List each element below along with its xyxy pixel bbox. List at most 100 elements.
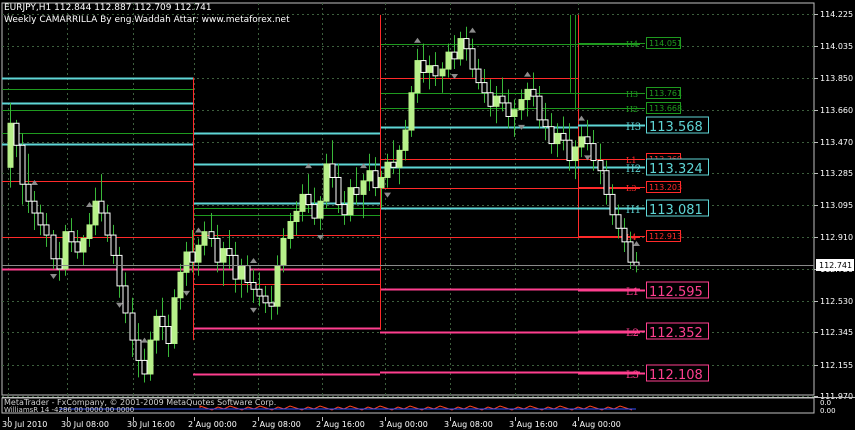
level-tag: L3 xyxy=(626,370,639,381)
candle-body xyxy=(293,210,300,223)
candle xyxy=(68,218,75,253)
candle-body xyxy=(7,122,14,168)
candle xyxy=(232,241,239,293)
candle-body xyxy=(560,132,567,141)
fractal-up-icon xyxy=(578,115,585,121)
candle xyxy=(408,85,415,137)
candle xyxy=(293,201,300,236)
candle-body xyxy=(378,176,385,189)
candle-body xyxy=(43,224,50,236)
fractal-up-icon xyxy=(31,180,38,186)
candle xyxy=(74,229,81,259)
candle-body xyxy=(226,248,233,256)
candle-body xyxy=(396,149,403,168)
candle-body xyxy=(493,95,500,107)
candle-body xyxy=(499,95,506,104)
symbol-line: EURJPY,H1 112.844 112.887 112.709 112.74… xyxy=(4,3,212,13)
candle xyxy=(499,77,506,112)
candle xyxy=(62,224,69,276)
candle xyxy=(208,213,215,247)
level-tag: L4 xyxy=(626,233,636,242)
candle xyxy=(92,187,99,236)
candle-body xyxy=(189,251,196,263)
candle xyxy=(165,314,172,358)
x-tick-label: 3 Aug 08:00 xyxy=(444,420,493,429)
candle-body xyxy=(153,315,160,341)
fractal-up-icon xyxy=(141,337,148,343)
subwindow-bottom-label: 0.00 xyxy=(820,407,836,415)
candle xyxy=(560,116,567,151)
candle xyxy=(147,331,154,381)
candle-body xyxy=(274,265,281,307)
candle xyxy=(159,297,166,341)
level-tag: L3 xyxy=(626,184,636,193)
candle-body xyxy=(554,132,561,145)
candle-body xyxy=(402,129,409,151)
candle xyxy=(220,241,227,286)
fractal-down-icon xyxy=(50,273,57,279)
candle-body xyxy=(256,288,263,297)
level-tag: H2 xyxy=(626,164,641,175)
candle-body xyxy=(19,144,26,185)
level-value: 113.568 xyxy=(649,120,703,135)
candle-body xyxy=(13,122,20,146)
candle xyxy=(86,202,93,247)
candle xyxy=(505,89,512,129)
candle-body xyxy=(627,241,634,263)
candle-body xyxy=(432,65,439,77)
level-value: 113.203 xyxy=(649,183,682,192)
candle xyxy=(43,213,50,247)
candle-body xyxy=(621,227,628,243)
current-price-label: 112.741 xyxy=(819,261,852,270)
y-tick-label: 112.345 xyxy=(820,328,853,337)
candle-body xyxy=(341,204,348,216)
candle xyxy=(153,309,160,354)
candle xyxy=(378,170,385,208)
candle-body xyxy=(572,146,579,162)
candle xyxy=(31,180,38,230)
candle xyxy=(353,167,360,205)
level-value: 112.352 xyxy=(649,326,703,341)
candle xyxy=(56,241,63,281)
candle-body xyxy=(566,139,573,162)
candle-body xyxy=(171,297,178,344)
level-value: 112.108 xyxy=(649,368,703,383)
price-chart[interactable]: H4 114.051 H3 113.761 H2 113.668 H3 113.568 L1 11… xyxy=(0,0,855,430)
candle xyxy=(195,227,202,276)
candle xyxy=(341,191,348,225)
candle xyxy=(183,241,190,296)
candle xyxy=(493,85,500,124)
level-tag: H2 xyxy=(626,105,638,114)
level-value: 114.051 xyxy=(649,39,682,48)
candle-body xyxy=(439,68,446,77)
candle xyxy=(129,297,136,358)
candle-body xyxy=(262,295,269,304)
candle xyxy=(615,204,622,239)
candle xyxy=(609,184,616,225)
candle-body xyxy=(615,214,622,229)
candle-body xyxy=(110,234,117,256)
level-value: 112.913 xyxy=(649,232,682,241)
candle-body xyxy=(220,248,227,263)
candle xyxy=(530,72,537,107)
candle xyxy=(80,235,87,266)
candle xyxy=(578,115,585,158)
candle-body xyxy=(408,92,415,131)
fractal-down-icon xyxy=(183,290,190,296)
candle xyxy=(390,140,397,175)
candle-body xyxy=(159,315,166,328)
candle-body xyxy=(384,161,391,178)
candle xyxy=(402,119,409,161)
level-value: 113.668 xyxy=(649,104,682,113)
candle xyxy=(463,26,470,61)
candle xyxy=(439,62,446,93)
candle xyxy=(432,52,439,86)
x-tick-label: 2 Aug 00:00 xyxy=(188,420,237,429)
camarilla-levels: H4 114.051 H3 113.761 H2 113.668 H3 113.568 L1 11… xyxy=(2,14,709,383)
candle-body xyxy=(104,212,111,236)
candle xyxy=(366,153,373,192)
candle-body xyxy=(335,176,342,206)
y-tick-label: 113.660 xyxy=(820,106,853,115)
x-tick-label: 30 Jul 2010 xyxy=(2,420,47,429)
candle xyxy=(469,27,476,78)
